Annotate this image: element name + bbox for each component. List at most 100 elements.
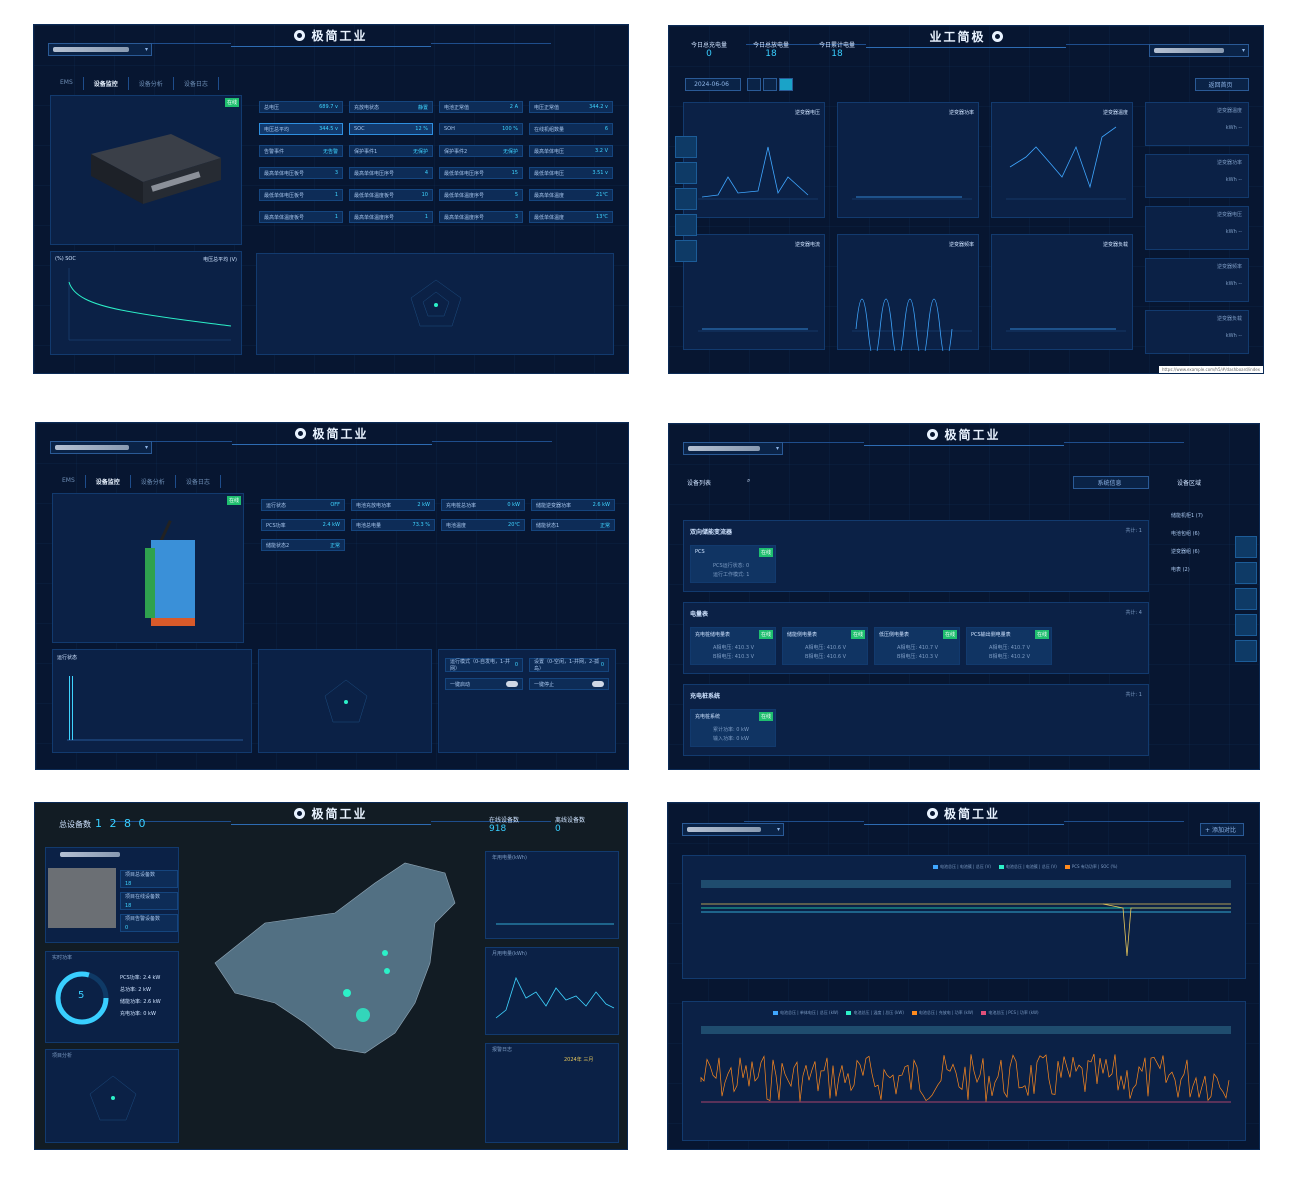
radar-chart <box>89 1075 137 1121</box>
side-tool-list[interactable] <box>675 162 697 184</box>
brand-logo-icon <box>295 428 307 439</box>
device-line: A相电压: 410.3 V <box>713 645 755 651</box>
range-btn-day[interactable] <box>747 78 761 91</box>
device-line: 运行工作模式: 1 <box>713 572 750 578</box>
online-badge: 在线 <box>942 630 957 639</box>
area-item[interactable]: 逆变器组 (6) <box>1171 548 1235 555</box>
area-item[interactable]: 电池包组 (6) <box>1171 530 1235 537</box>
add-compare-button[interactable]: + 添加对比 <box>1200 823 1244 836</box>
side-tool-report[interactable] <box>1235 640 1257 662</box>
project-select[interactable]: ▾ <box>1149 44 1249 57</box>
metric-cell: 最低单体电压序号 15 <box>439 167 523 179</box>
project-total-devices: 项目总设备数 18 <box>120 870 178 888</box>
device-line: PCS运行状态: 0 <box>713 563 750 569</box>
metric-cell: 储能状态2 正常 <box>261 539 345 551</box>
metric-cell: 最高单体电压 3.2 V <box>529 145 613 157</box>
calendar-title: 2024年 三月 <box>564 1057 594 1063</box>
tab-analysis[interactable]: 设备分析 <box>129 77 174 90</box>
range-btn-month[interactable] <box>763 78 777 91</box>
back-home-button[interactable]: 返回首页 <box>1195 78 1249 91</box>
side-card-unit: kWh -- <box>1225 229 1242 235</box>
metric-cell: 最高单体温度序号 3 <box>439 211 523 223</box>
range-btn-year[interactable] <box>779 78 793 91</box>
gauge-online: 在线设备数 918 <box>489 817 520 834</box>
side-tool-report[interactable] <box>675 240 697 262</box>
tab-log[interactable]: 设备日志 <box>176 475 221 488</box>
metric-cell: 保护事件1 无保护 <box>349 145 433 157</box>
control-box: 运行模式（0-自发电，1-并网） 0 设置（0-空闲，1-并网，2-孤岛） 0 一键… <box>438 649 616 753</box>
tab-log[interactable]: 设备日志 <box>174 77 219 90</box>
brand-logo-icon <box>294 808 306 819</box>
area-item[interactable]: 储能机柜1 (7) <box>1171 512 1235 519</box>
run-mode-setting[interactable]: 运行模式（0-自发电，1-并网） 0 <box>445 658 523 672</box>
one-key-start-toggle[interactable]: 一键启动 <box>445 678 523 690</box>
power-center-value: 5 <box>78 990 85 1001</box>
inverter-chart-card: 逆变器电压 <box>683 102 825 218</box>
side-tool-area[interactable] <box>675 214 697 236</box>
voltage-trend-chart <box>701 880 1231 957</box>
metric-cell: 电池正常值 2 A <box>439 101 523 113</box>
tab-monitor[interactable]: 设备监控 <box>86 475 131 488</box>
device-section: 充电桩系统 共计: 1 在线 充电桩系统 累计功率: 0 kW 输入功率: 0 kW <box>683 684 1149 756</box>
tab-ems[interactable]: EMS <box>52 475 86 488</box>
side-tool-area[interactable] <box>1235 614 1257 636</box>
side-tool-user[interactable] <box>675 136 697 158</box>
tab-ems[interactable]: EMS <box>50 77 84 90</box>
metric-cell: 电池温度 20℃ <box>441 519 525 531</box>
panel-map-overview: 极简工业 总设备数 1 2 8 0 在线设备数 918 离线设备数 0 项目总设备数… <box>34 802 628 1150</box>
metric-cell: 最低单体电压板号 1 <box>259 189 343 201</box>
project-select[interactable]: ▾ <box>682 823 784 836</box>
metric-cell: SOH 100 % <box>439 123 523 135</box>
device-card[interactable]: 在线 储能侧电量表 A相电压: 410.6 V B相电压: 410.6 V <box>782 627 868 665</box>
metric-cell: 储能状态1 正常 <box>531 519 615 531</box>
metric-cell: 最低单体电压 3.51 v <box>529 167 613 179</box>
tab-bar: EMS 设备监控 设备分析 设备日志 <box>50 77 219 90</box>
state-setting[interactable]: 设置（0-空闲，1-并网，2-孤岛） 0 <box>529 658 609 672</box>
side-card-title: 逆变器负载 <box>1216 316 1242 322</box>
device-card[interactable]: 在线 充电桩储电量表 A相电压: 410.3 V B相电压: 410.3 V <box>690 627 776 665</box>
side-tool-list[interactable] <box>1235 562 1257 584</box>
metric-cell: 最低单体温度序号 5 <box>439 189 523 201</box>
project-radar-box: 项目分析 <box>45 1049 179 1143</box>
device-card[interactable]: 在线 充电桩系统 累计功率: 0 kW 输入功率: 0 kW <box>690 709 776 747</box>
inverter-chart-card: 逆变器负载 <box>991 234 1133 350</box>
device-card[interactable]: 在线 低压侧电量表 A相电压: 410.7 V B相电压: 410.3 V <box>874 627 960 665</box>
side-tool-bar[interactable] <box>675 188 697 210</box>
side-card-unit: kWh -- <box>1225 281 1242 287</box>
trend-chart-1: 电池总压 | 电池簇 | 总压 (V) 电池总压 | 电池簇 | 总压 (V) PC… <box>682 855 1246 979</box>
side-tool-user[interactable] <box>1235 536 1257 558</box>
metric-cell: 在线机组数量 6 <box>529 123 613 135</box>
area-item[interactable]: 电表 (2) <box>1171 566 1235 573</box>
online-badge: 在线 <box>758 712 773 721</box>
inverter-side-card: 逆变器温度 kWh -- <box>1145 102 1249 146</box>
online-badge: 在线 <box>758 548 773 557</box>
metric-cell: 电池总电量 73.3 % <box>351 519 435 531</box>
soc-chart <box>68 268 232 341</box>
device-card[interactable]: 在线 PCS输出侧电量表 A相电压: 410.7 V B相电压: 410.2 V <box>966 627 1052 665</box>
search-icon[interactable]: ⌕ <box>747 477 750 485</box>
project-photo <box>48 868 116 928</box>
inverter-line-chart <box>1006 328 1126 332</box>
project-select[interactable]: ▾ <box>48 43 152 56</box>
side-tool-bar[interactable] <box>1235 588 1257 610</box>
date-picker[interactable]: 2024-06-06 <box>685 78 741 91</box>
tab-analysis[interactable]: 设备分析 <box>131 475 176 488</box>
one-key-stop-toggle[interactable]: 一键停止 <box>529 678 609 690</box>
side-card-title: 逆变器电压 <box>1216 212 1242 218</box>
inverter-chart-card: 逆变器功率 <box>837 102 979 218</box>
device-line: A相电压: 410.7 V <box>897 645 939 651</box>
project-select[interactable]: ▾ <box>683 442 783 455</box>
metric-cell: 储能逆变器功率 2.6 kW <box>531 499 615 511</box>
panel-device-list: 极简工业 ▾ 设备列表 ⌕ 系统信息 设备区域 储能机柜1 (7) 电池包组 (6… <box>668 423 1260 770</box>
system-info-button[interactable]: 系统信息 <box>1073 476 1149 489</box>
project-select[interactable]: ▾ <box>50 441 152 454</box>
alarm-title: 报警日志 <box>492 1047 513 1053</box>
device-line: B相电压: 410.2 V <box>989 654 1031 660</box>
section-count: 共计: 4 <box>1125 610 1142 616</box>
inverter-side-card: 逆变器功率 kWh -- <box>1145 154 1249 198</box>
tab-monitor[interactable]: 设备监控 <box>84 77 129 90</box>
device-card[interactable]: 在线 PCS PCS运行状态: 0 运行工作模式: 1 <box>690 545 776 583</box>
brand-logo-icon <box>927 429 939 440</box>
section-title: 双向储能变流器 <box>690 529 733 536</box>
brand-title: 极简工业 <box>311 29 368 43</box>
